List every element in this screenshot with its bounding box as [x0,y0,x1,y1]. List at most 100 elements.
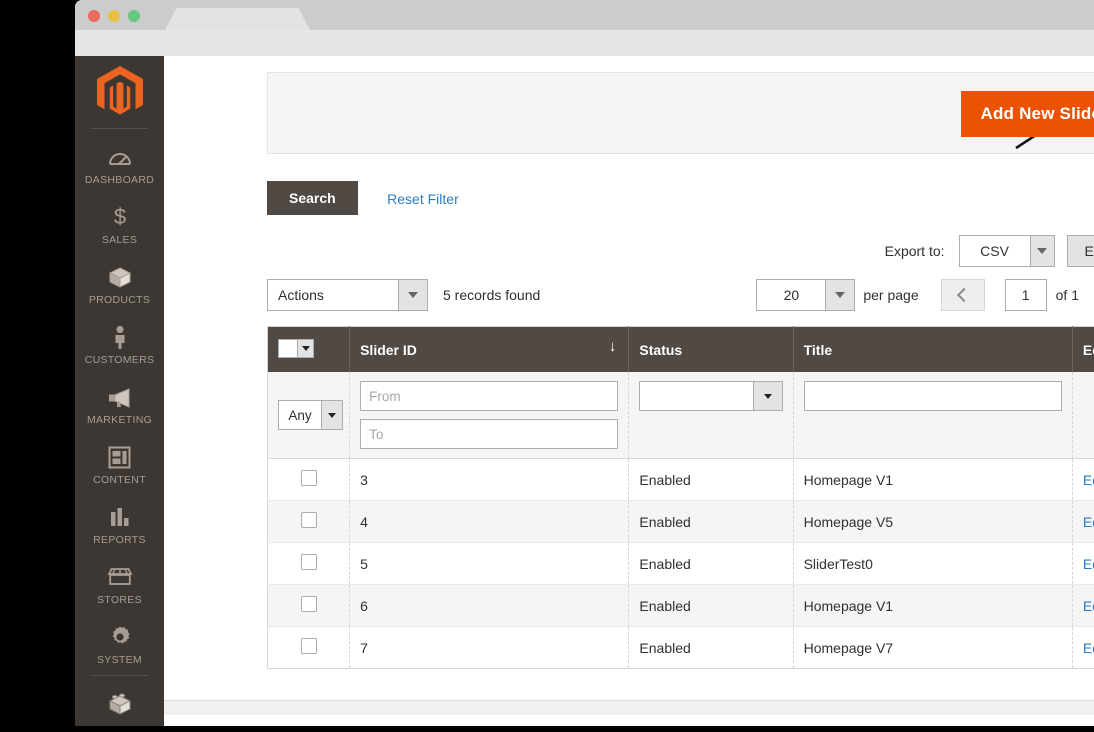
svg-text:$: $ [113,205,125,229]
cell-edit: Edit [1072,627,1094,669]
column-header-slider-id[interactable]: Slider ID ↓ [350,327,629,373]
table-row[interactable]: 5EnabledSliderTest0Edit [268,543,1094,585]
chevron-down-icon [1030,236,1054,266]
column-header-status[interactable]: Status [629,327,793,373]
sidebar-item-content[interactable]: CONTENT [75,435,164,495]
table-row[interactable]: 7EnabledHomepage V7Edit [268,627,1094,669]
cell-slider-id: 4 [350,501,629,543]
gear-icon [75,624,164,650]
filter-actions-row: Search Reset Filter [267,181,1094,215]
table-row[interactable]: 3EnabledHomepage V1Edit [268,459,1094,501]
chevron-down-icon [398,280,427,310]
sidebar-item-label: MARKETING [75,414,164,426]
cell-status: Enabled [629,543,793,585]
slider-id-to-input[interactable] [360,419,618,449]
search-button[interactable]: Search [267,181,358,215]
filter-cell-any: Any [268,372,350,459]
row-checkbox[interactable] [301,470,317,486]
sidebar-item-marketing[interactable]: MARKETING [75,375,164,435]
per-page-value: 20 [757,280,825,310]
grid-body: 3EnabledHomepage V1Edit4EnabledHomepage … [268,459,1094,669]
browser-toolbar [75,30,1094,56]
magento-logo[interactable] [75,56,164,128]
sidebar-item-stores[interactable]: STORES [75,555,164,615]
total-pages-label: of 1 [1056,287,1079,303]
title-filter-input[interactable] [804,381,1062,411]
sidebar-item-reports[interactable]: REPORTS [75,495,164,555]
screen: DASHBOARD $ SALES [0,0,1094,732]
column-header-label: Edit [1083,342,1094,358]
previous-page-button[interactable] [941,279,985,311]
sidebar-item-extensions[interactable] [75,682,164,726]
cell-status: Enabled [629,585,793,627]
filter-cell-status [629,372,793,459]
column-header-label: Slider ID [360,342,417,358]
select-all-checkbox[interactable] [279,340,297,357]
row-checkbox[interactable] [301,596,317,612]
export-row: Export to: CSV Export [267,234,1094,268]
megaphone-icon [75,384,164,410]
browser-tab[interactable] [165,8,310,30]
row-checkbox[interactable] [301,638,317,654]
edit-link[interactable]: Edit [1083,640,1094,656]
magento-logo-icon [97,66,143,118]
any-select[interactable]: Any [278,400,343,430]
export-to-label: Export to: [885,243,945,259]
chevron-down-icon [321,401,342,429]
status-filter-select[interactable] [639,381,782,411]
edit-link[interactable]: Edit [1083,556,1094,572]
filter-cell-slider-id [350,372,629,459]
sidebar-divider-bottom [91,675,148,676]
cell-title: Homepage V5 [793,501,1072,543]
sidebar-item-customers[interactable]: CUSTOMERS [75,315,164,375]
row-checkbox-cell [268,585,350,627]
column-header-edit: Edit [1072,327,1094,373]
cell-status: Enabled [629,627,793,669]
sidebar-item-label: STORES [75,594,164,606]
cell-slider-id: 6 [350,585,629,627]
sidebar-item-label: DASHBOARD [75,174,164,186]
reset-filter-link[interactable]: Reset Filter [387,191,459,207]
row-checkbox[interactable] [301,554,317,570]
cell-status: Enabled [629,459,793,501]
filter-cell-edit [1072,372,1094,459]
cell-title: Homepage V1 [793,459,1072,501]
sidebar-item-sales[interactable]: $ SALES [75,195,164,255]
minimize-window-button[interactable] [108,10,120,22]
page-number-input[interactable]: 1 [1005,279,1047,311]
close-window-button[interactable] [88,10,100,22]
pagination-group: 20 per page 1 of 1 [756,279,1094,311]
actions-group: Actions 5 records found [267,279,540,311]
magento-admin: DASHBOARD $ SALES [75,56,1094,726]
chevron-down-icon [753,382,782,410]
sidebar-item-dashboard[interactable]: DASHBOARD [75,135,164,195]
column-header-title[interactable]: Title [793,327,1072,373]
add-new-slider-button[interactable]: Add New Slider [961,91,1094,137]
sidebar-item-system[interactable]: SYSTEM [75,615,164,675]
cell-status: Enabled [629,501,793,543]
row-checkbox-cell [268,501,350,543]
admin-sidebar: DASHBOARD $ SALES [75,56,164,726]
export-format-value: CSV [960,236,1030,266]
row-checkbox[interactable] [301,512,317,528]
edit-link[interactable]: Edit [1083,598,1094,614]
filter-cell-title [793,372,1072,459]
slider-id-from-input[interactable] [360,381,618,411]
cell-title: Homepage V1 [793,585,1072,627]
box-icon [75,264,164,290]
table-row[interactable]: 4EnabledHomepage V5 Edit [268,501,1094,543]
cell-edit: Edit [1072,543,1094,585]
per-page-select[interactable]: 20 [756,279,855,311]
actions-select[interactable]: Actions [267,279,428,311]
export-format-select[interactable]: CSV [959,235,1055,267]
select-all-dropdown[interactable] [278,339,314,358]
edit-link[interactable]: Edit [1083,514,1094,530]
export-button[interactable]: Export [1067,235,1094,267]
table-row[interactable]: 6EnabledHomepage V1 Edit [268,585,1094,627]
sidebar-item-products[interactable]: PRODUCTS [75,255,164,315]
cell-slider-id: 5 [350,543,629,585]
maximize-window-button[interactable] [128,10,140,22]
edit-link[interactable]: Edit [1083,472,1094,488]
dashboard-gauge-icon [75,144,164,170]
horizontal-scrollbar[interactable] [164,700,1094,715]
